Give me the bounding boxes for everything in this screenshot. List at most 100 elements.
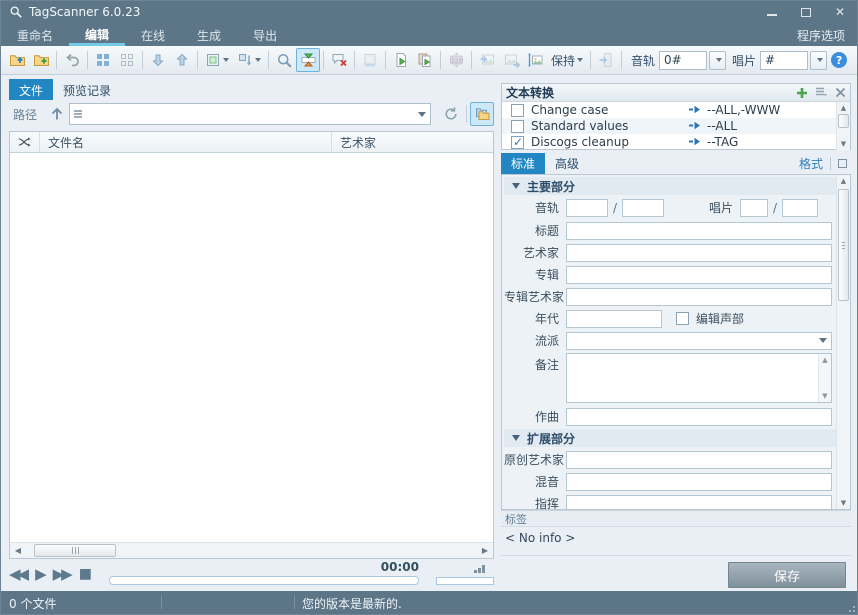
artist-input[interactable] [566, 244, 832, 262]
tab-preview[interactable]: 预览记录 [53, 79, 121, 100]
keep-dropdown-button[interactable]: 保持 [547, 50, 587, 71]
album-input[interactable] [566, 266, 832, 284]
transform-scrollbar[interactable]: ▲ ▼ [836, 102, 850, 150]
tab-advanced[interactable]: 高级 [545, 153, 589, 174]
clear-page-button[interactable] [358, 48, 382, 72]
minimize-icon[interactable] [755, 1, 789, 23]
select-files-button[interactable] [201, 48, 233, 72]
rewind-button[interactable]: ◀◀ [9, 566, 29, 582]
tab-files[interactable]: 文件 [9, 79, 53, 100]
save-button[interactable]: 保存 [728, 562, 846, 588]
scroll-down-icon[interactable]: ▼ [837, 497, 850, 509]
help-icon[interactable]: ? [831, 52, 847, 68]
preview-file-button[interactable] [389, 48, 413, 72]
horizontal-scrollbar[interactable]: ◀ ▶ [10, 542, 493, 558]
grid-view-button[interactable] [91, 48, 115, 72]
disc-format-input[interactable] [760, 51, 808, 70]
edit-parts-checkbox[interactable] [676, 312, 689, 325]
track-format-dropdown[interactable] [709, 51, 726, 70]
album-artist-input[interactable] [566, 288, 832, 306]
composer-input[interactable] [566, 408, 832, 426]
scroll-down-icon[interactable]: ▼ [837, 138, 850, 150]
transform-row[interactable]: Standard values --ALL [502, 118, 836, 134]
undock-icon[interactable] [838, 159, 847, 168]
track-total-input[interactable] [622, 199, 664, 217]
genre-select[interactable] [566, 332, 832, 350]
menu-rename[interactable]: 重命名 [1, 23, 69, 46]
image-frame-button[interactable] [523, 48, 547, 72]
scrollbar-thumb[interactable] [838, 114, 849, 128]
menu-export[interactable]: 导出 [237, 23, 293, 46]
menu-edit[interactable]: 编辑 [69, 23, 125, 46]
section-extended[interactable]: 扩展部分 [504, 429, 836, 447]
swap-tags-button[interactable] [296, 48, 320, 72]
image-export-button[interactable] [499, 48, 523, 72]
scroll-right-icon[interactable]: ▶ [477, 543, 493, 559]
column-artist[interactable]: 艺术家 [332, 132, 493, 152]
comment-textarea[interactable]: ▲ ▼ [566, 353, 832, 403]
menu-generate[interactable]: 生成 [181, 23, 237, 46]
progress-bar[interactable] [109, 576, 419, 585]
remove-tag-button[interactable] [327, 48, 351, 72]
track-number-input[interactable] [566, 199, 608, 217]
scroll-down-icon[interactable]: ▼ [822, 392, 827, 400]
transform-checkbox[interactable] [511, 120, 524, 133]
play-button[interactable]: ▶ [35, 566, 47, 582]
remix-input[interactable] [566, 473, 832, 491]
forward-button[interactable]: ▶▶ [53, 566, 73, 582]
preview-all-button[interactable] [413, 48, 437, 72]
menu-online[interactable]: 在线 [125, 23, 181, 46]
close-icon[interactable]: ✕ [823, 1, 857, 23]
title-input[interactable] [566, 222, 832, 240]
transform-checkbox[interactable] [511, 104, 524, 117]
transform-row[interactable]: Discogs cleanup --TAG [502, 134, 836, 150]
insert-page-button[interactable] [594, 48, 618, 72]
open-folder-button[interactable] [5, 48, 29, 72]
maximize-icon[interactable] [789, 1, 823, 23]
path-combo[interactable] [69, 103, 431, 125]
track-format-input[interactable] [659, 51, 707, 70]
resize-grip[interactable] [845, 602, 855, 612]
stop-button[interactable]: ■ [79, 566, 92, 582]
transform-row[interactable]: Change case --ALL,-WWW [502, 102, 836, 118]
disc-total-input[interactable] [782, 199, 818, 217]
undo-button[interactable] [60, 48, 84, 72]
shuffle-column-header[interactable] [10, 132, 40, 152]
tab-standard[interactable]: 标准 [501, 153, 545, 174]
format-link[interactable]: 格式 [799, 155, 823, 172]
disc-format-dropdown[interactable] [810, 51, 827, 70]
orig-artist-input[interactable] [566, 451, 832, 469]
disc-number-input[interactable] [740, 199, 768, 217]
move-down-button[interactable] [146, 48, 170, 72]
add-transform-icon[interactable] [796, 87, 808, 99]
counter-button[interactable]: 123 [444, 48, 468, 72]
panel-menu-icon[interactable] [815, 87, 828, 98]
grid-small-view-button[interactable] [115, 48, 139, 72]
column-filename[interactable]: 文件名 [40, 132, 332, 152]
search-button[interactable] [272, 48, 296, 72]
sort-button[interactable] [233, 48, 265, 72]
file-list-body[interactable] [10, 153, 493, 542]
textarea-scrollbar[interactable]: ▲ ▼ [818, 354, 831, 402]
scrollbar-track[interactable] [26, 543, 477, 558]
image-import-button[interactable] [475, 48, 499, 72]
menu-program-options[interactable]: 程序选项 [785, 23, 857, 46]
folder-up-button[interactable] [45, 102, 69, 126]
section-main[interactable]: 主要部分 [504, 177, 836, 195]
move-up-button[interactable] [170, 48, 194, 72]
scroll-up-icon[interactable]: ▲ [837, 102, 850, 114]
scrollbar-thumb[interactable] [838, 189, 849, 301]
scrollbar-thumb[interactable] [34, 544, 116, 557]
conductor-input[interactable] [566, 495, 832, 511]
panel-close-icon[interactable] [835, 87, 846, 98]
refresh-button[interactable] [439, 102, 463, 126]
scroll-up-icon[interactable]: ▲ [837, 175, 850, 187]
add-folder-button[interactable] [29, 48, 53, 72]
browse-folders-button[interactable] [470, 102, 494, 126]
scroll-up-icon[interactable]: ▲ [822, 356, 827, 364]
scroll-left-icon[interactable]: ◀ [10, 543, 26, 559]
year-input[interactable] [566, 310, 662, 328]
volume-slider[interactable] [436, 577, 494, 585]
transform-checkbox[interactable] [511, 136, 524, 149]
form-scrollbar[interactable]: ▲ ▼ [836, 175, 850, 509]
